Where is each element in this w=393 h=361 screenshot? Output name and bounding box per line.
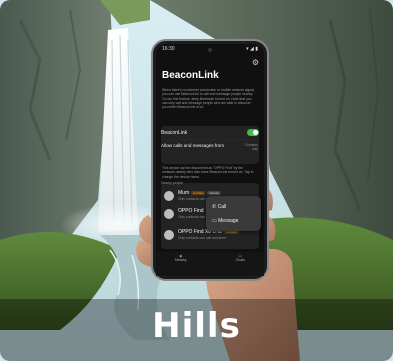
beaconlink-toggle[interactable] — [247, 129, 259, 136]
avatar — [164, 209, 174, 219]
avatar — [164, 191, 174, 201]
status-time: 16:30 — [162, 46, 175, 52]
app-title: BeaconLink — [162, 70, 219, 81]
nav-chats[interactable]: ▭ Chats — [236, 254, 245, 262]
allow-label[interactable]: Allow calls and messages from — [161, 143, 231, 148]
image-caption: Hills — [152, 306, 241, 346]
allow-value: Contacts only — [244, 143, 258, 152]
action-popup: ✆ Call ▭ Message — [206, 196, 261, 231]
phone-screen: 16:30 ▾ ◢ ▮ ⚙ BeaconLink When there's no… — [156, 46, 264, 270]
call-option[interactable]: ✆ Call — [212, 204, 226, 210]
nav-nearby[interactable]: ◉ Nearby — [175, 254, 187, 262]
status-icons: ▾ ◢ ▮ — [246, 46, 258, 52]
nearby-badge: Nearby — [207, 190, 222, 195]
app-description: When there's no internet connection or m… — [162, 88, 255, 110]
person-subtitle: Only contacts can call and send — [178, 236, 226, 240]
avatar — [164, 230, 174, 240]
gear-icon[interactable]: ⚙ — [252, 58, 259, 67]
image-card: 16:30 ▾ ◢ ▮ ⚙ BeaconLink When there's no… — [0, 0, 393, 361]
contact-badge: Contact — [191, 190, 206, 195]
nearby-header: Nearby people — [161, 181, 184, 185]
beaconlink-toggle-label: BeaconLink — [161, 130, 188, 136]
person-name: OPPO Find — [178, 208, 204, 214]
device-note: This device can be discovered as "OPPO F… — [162, 166, 254, 179]
message-option[interactable]: ▭ Message — [212, 218, 238, 224]
